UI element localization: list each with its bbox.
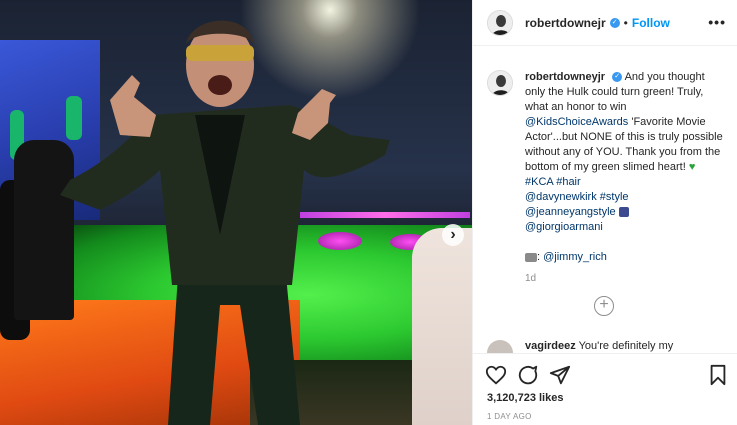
post-header: robertdownejr ✓ • Follow ••• (473, 0, 737, 46)
caption-area: robertdowneyjr ✓ And you thought only th… (473, 46, 737, 336)
green-heart-icon: ♥ (688, 161, 696, 173)
avatar-image (488, 10, 512, 35)
follow-button[interactable]: Follow (632, 16, 670, 30)
post-photo[interactable]: › (0, 0, 472, 425)
hashtag-link[interactable]: #KCA (525, 176, 553, 188)
photo-subject (60, 20, 390, 425)
mention-link[interactable]: @giorgioarmani (525, 221, 603, 233)
more-icon[interactable]: ••• (708, 14, 726, 30)
hashtag-link[interactable]: #hair (556, 176, 580, 188)
mention-link[interactable]: @jimmy_rich (543, 251, 607, 263)
post-username[interactable]: robertdownejr (525, 16, 606, 30)
post-timestamp: 1 DAY AGO (487, 412, 532, 421)
mention-link[interactable]: @KidsChoiceAwards (525, 116, 628, 128)
avatar[interactable] (487, 9, 513, 36)
mention-link[interactable]: @jeanneyangstyle (525, 206, 616, 218)
caption-text: robertdowneyjr ✓ And you thought only th… (525, 70, 724, 265)
camera-icon (525, 252, 537, 262)
photo-foreground-hand (412, 228, 472, 425)
dress-emoji-icon (618, 207, 629, 218)
hashtag-link[interactable]: #style (600, 191, 629, 203)
add-comment-icon[interactable]: + (594, 296, 614, 316)
post-side-panel: robertdownejr ✓ • Follow ••• robertdowne… (472, 0, 737, 425)
avatar-image (488, 71, 512, 95)
comment-username[interactable]: vagirdeez (525, 340, 576, 352)
carousel-next-button[interactable]: › (442, 224, 464, 246)
mention-link[interactable]: @davynewkirk (525, 191, 597, 203)
post-actions: 3,120,723 likes 1 DAY AGO (473, 353, 737, 425)
share-icon[interactable] (549, 364, 571, 386)
comment-text: vagirdeez You're definitely my (525, 340, 673, 352)
avatar[interactable] (487, 70, 513, 96)
photo-credit-prefix: : (537, 251, 541, 263)
heart-icon[interactable] (485, 364, 507, 386)
caption-row: robertdowneyjr ✓ And you thought only th… (487, 70, 724, 265)
comment-body: You're definitely my (578, 340, 674, 352)
caption-username[interactable]: robertdowneyjr (525, 71, 605, 83)
likes-count[interactable]: 3,120,723 likes (487, 392, 563, 404)
verified-icon: ✓ (609, 17, 620, 28)
caption-time: 1d (525, 273, 537, 284)
bookmark-icon[interactable] (707, 364, 729, 386)
comment-icon[interactable] (517, 364, 539, 386)
verified-icon: ✓ (612, 72, 623, 83)
header-separator: • (623, 15, 628, 30)
comment-row: vagirdeez You're definitely my (487, 340, 727, 352)
